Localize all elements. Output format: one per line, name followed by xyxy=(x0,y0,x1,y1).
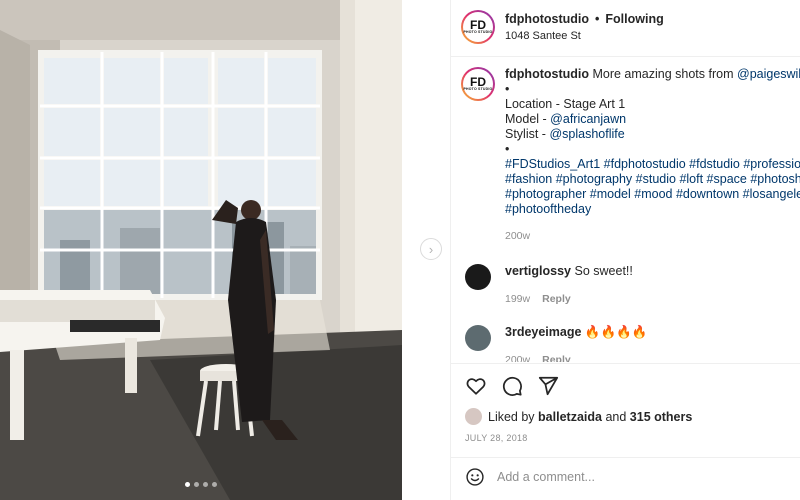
comment-item: vertiglossy So sweet!! 199w Reply xyxy=(465,264,633,305)
caption-avatar[interactable]: FD PHOTO STUDIO xyxy=(461,67,495,101)
post-date[interactable]: JULY 28, 2018 xyxy=(465,433,528,443)
location-link[interactable]: 1048 Santee St xyxy=(505,30,664,42)
comment-text: So sweet!! xyxy=(574,264,633,278)
comment-username[interactable]: 3rdeyeimage xyxy=(505,325,581,339)
hashtags-line[interactable]: #FDStudios_Art1 #fdphotostudio #fdstudio… xyxy=(505,157,800,172)
comment-item: 3rdeyeimage 🔥🔥🔥🔥 200w Reply xyxy=(465,325,647,362)
caption-time[interactable]: 200w xyxy=(505,229,800,244)
post-photo[interactable] xyxy=(0,0,402,500)
caption-bullet: • xyxy=(505,82,510,96)
comment-username[interactable]: vertiglossy xyxy=(505,264,571,278)
separator-dot: • xyxy=(595,12,600,26)
likes-connector: and xyxy=(605,409,627,424)
comment-input[interactable] xyxy=(497,470,787,484)
post-caption: FD PHOTO STUDIO fdphotostudio More amazi… xyxy=(461,67,800,244)
mention-link[interactable]: @paigeswilso xyxy=(737,67,800,81)
likes-summary: Liked by balletzaida and 315 others xyxy=(465,408,692,425)
emoji-icon[interactable] xyxy=(465,467,485,487)
caption-intro: More amazing shots from xyxy=(592,67,734,81)
caption-model-label: Model - xyxy=(505,112,547,126)
comment-text: 🔥🔥🔥🔥 xyxy=(584,325,648,339)
account-avatar[interactable]: FD PHOTO STUDIO xyxy=(461,10,495,44)
comments-scroll-area[interactable]: FD PHOTO STUDIO fdphotostudio More amazi… xyxy=(451,57,800,362)
caption-stylist-label: Stylist - xyxy=(505,127,546,141)
likes-prefix: Liked by xyxy=(488,409,535,424)
commenter-avatar[interactable] xyxy=(465,264,491,290)
avatar-logo-subtext: PHOTO STUDIO xyxy=(463,30,493,35)
add-comment-bar xyxy=(465,467,787,487)
caption-location-line: Location - Stage Art 1 xyxy=(505,97,626,111)
divider xyxy=(451,457,800,458)
post-panel: FD PHOTO STUDIO fdphotostudio • Followin… xyxy=(451,0,800,500)
caption-username[interactable]: fdphotostudio xyxy=(505,67,589,81)
hashtags-line[interactable]: #fashion #photography #studio #loft #spa… xyxy=(505,172,800,187)
liker-avatar[interactable] xyxy=(465,408,482,425)
share-icon[interactable] xyxy=(537,375,559,397)
next-photo-button[interactable]: › xyxy=(420,238,442,260)
chevron-right-icon: › xyxy=(428,241,434,257)
reply-button[interactable]: Reply xyxy=(542,293,571,305)
comment-icon[interactable] xyxy=(501,375,523,397)
comment-time[interactable]: 200w xyxy=(505,354,530,362)
caption-bullet: • xyxy=(505,142,510,156)
carousel-dots xyxy=(0,482,402,487)
following-button[interactable]: Following xyxy=(605,12,663,26)
hashtags-line[interactable]: #photooftheday xyxy=(505,202,800,217)
divider xyxy=(451,363,800,364)
avatar-logo-subtext: PHOTO STUDIO xyxy=(463,87,493,92)
carousel-dot xyxy=(185,482,190,487)
commenter-avatar[interactable] xyxy=(465,325,491,351)
comment-time[interactable]: 199w xyxy=(505,293,530,305)
post-actions xyxy=(465,375,559,397)
heart-icon[interactable] xyxy=(465,375,487,397)
carousel-dot xyxy=(194,482,199,487)
post-header: FD PHOTO STUDIO fdphotostudio • Followin… xyxy=(461,10,664,44)
carousel-dot xyxy=(212,482,217,487)
reply-button[interactable]: Reply xyxy=(542,354,571,362)
likes-count-link[interactable]: 315 others xyxy=(630,410,693,424)
mention-link[interactable]: @splashoflife xyxy=(549,127,624,141)
liker-username[interactable]: balletzaida xyxy=(538,410,602,424)
hashtags-line[interactable]: #photographer #model #mood #downtown #lo… xyxy=(505,187,800,202)
mention-link[interactable]: @africanjawn xyxy=(550,112,626,126)
photo-scene xyxy=(0,0,402,500)
carousel-dot xyxy=(203,482,208,487)
account-username[interactable]: fdphotostudio xyxy=(505,12,589,26)
